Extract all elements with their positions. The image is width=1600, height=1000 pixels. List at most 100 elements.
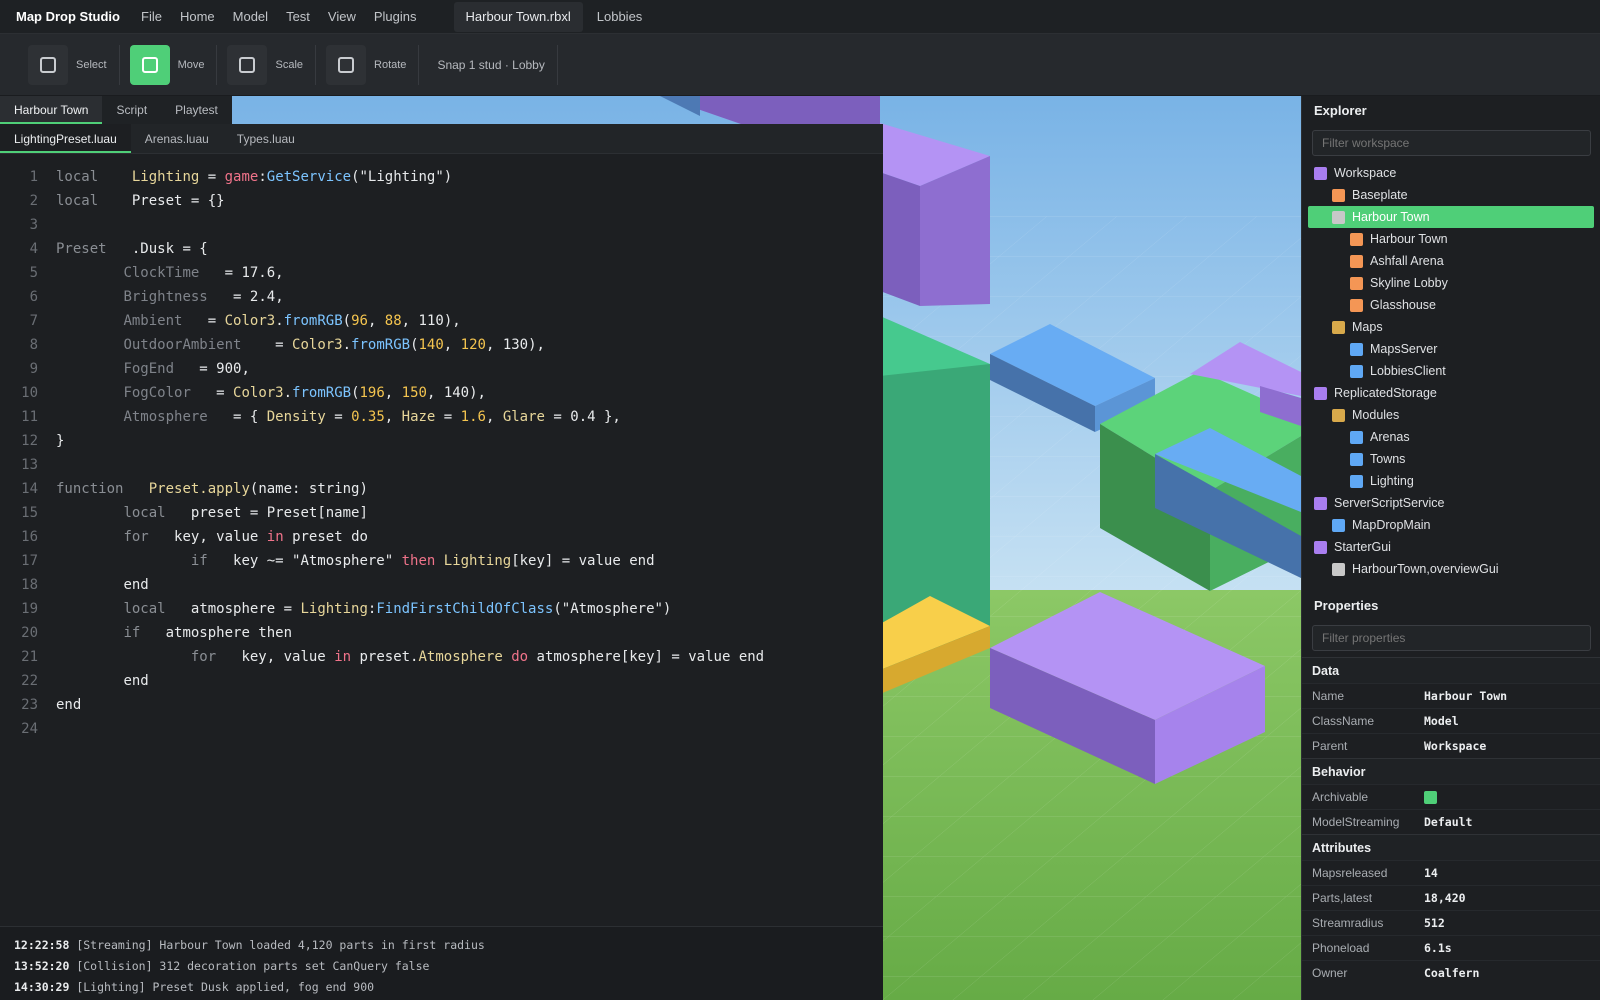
select-button[interactable] bbox=[28, 44, 68, 85]
scale-icon bbox=[239, 56, 256, 73]
code-line: 24 bbox=[21, 721, 38, 737]
property-value[interactable]: 512 bbox=[1424, 916, 1445, 930]
property-value[interactable]: Default bbox=[1424, 815, 1472, 829]
tree-item[interactable]: LobbiesClient bbox=[1302, 360, 1600, 382]
tree-item-label: Skyline Lobby bbox=[1370, 276, 1448, 290]
code-line: 3 bbox=[29, 217, 38, 233]
view-tab-harbour-town[interactable]: Harbour Town bbox=[0, 96, 103, 124]
property-section-header[interactable]: Attributes bbox=[1302, 834, 1600, 860]
property-row[interactable]: Name Harbour Town bbox=[1302, 683, 1600, 708]
tree-item-label: MapDropMain bbox=[1352, 518, 1431, 532]
properties-filter-input[interactable] bbox=[1312, 625, 1591, 651]
tree-item-label: HarbourTown,overviewGui bbox=[1352, 562, 1499, 576]
property-name: ModelStreaming bbox=[1312, 815, 1400, 829]
property-value[interactable]: Model bbox=[1424, 714, 1459, 728]
tree-item[interactable]: Lighting bbox=[1302, 470, 1600, 492]
tree-item[interactable]: Workspace bbox=[1302, 162, 1600, 184]
menu-file[interactable]: File bbox=[132, 9, 171, 24]
code-line: 17 if key ~= "Atmosphere" then Lighting[… bbox=[21, 553, 655, 569]
code-line: 5 ClockTime = 17.6, bbox=[29, 265, 284, 281]
snap-setting[interactable]: Snap 1 stud · Lobby bbox=[429, 44, 558, 85]
move-button[interactable] bbox=[129, 44, 170, 85]
log-line: 14:30:29 [Lighting] Preset Dusk applied,… bbox=[14, 980, 375, 994]
doc-tab-harbour-town[interactable]: Harbour Town.rbxl bbox=[453, 1, 583, 32]
property-sections: Data Name Harbour Town ClassName Model Parent… bbox=[1302, 657, 1600, 985]
tree-item[interactable]: ReplicatedStorage bbox=[1302, 382, 1600, 404]
property-row[interactable]: Parts,latest 18,420 bbox=[1302, 885, 1600, 910]
property-row[interactable]: ModelStreaming Default bbox=[1302, 809, 1600, 834]
tree-item[interactable]: HarbourTown,overviewGui bbox=[1302, 558, 1600, 580]
tree-item[interactable]: MapDropMain bbox=[1302, 514, 1600, 536]
view-tab-playtest[interactable]: Playtest bbox=[161, 96, 232, 124]
tree-item[interactable]: Arenas bbox=[1302, 426, 1600, 448]
archivable-checkbox[interactable] bbox=[1424, 790, 1437, 804]
code-line: 16 for key, value in preset do bbox=[21, 529, 368, 545]
property-value[interactable]: Coalfern bbox=[1424, 966, 1479, 980]
tree-item-label: Harbour Town bbox=[1352, 210, 1430, 224]
tree-item[interactable]: Harbour Town bbox=[1308, 206, 1594, 228]
tool-scale[interactable]: Scale bbox=[227, 44, 317, 85]
file-tab-lighting-preset[interactable]: LightingPreset.luau bbox=[0, 124, 131, 153]
code-line: 6 Brightness = 2.4, bbox=[29, 289, 284, 305]
tree-item[interactable]: Maps bbox=[1302, 316, 1600, 338]
tree-item[interactable]: Baseplate bbox=[1302, 184, 1600, 206]
property-row[interactable]: Mapsreleased 14 bbox=[1302, 860, 1600, 885]
view-tabs: Harbour Town Script Playtest bbox=[0, 96, 232, 124]
tree-item[interactable]: Skyline Lobby bbox=[1302, 272, 1600, 294]
property-value[interactable]: Harbour Town bbox=[1424, 689, 1507, 703]
tree-item[interactable]: ServerScriptService bbox=[1302, 492, 1600, 514]
property-row[interactable]: ClassName Model bbox=[1302, 708, 1600, 733]
properties-panel: Properties Data Name Harbour Town ClassName… bbox=[1302, 591, 1600, 985]
tool-move[interactable]: Move bbox=[129, 44, 218, 85]
code-line: 4 Preset .Dusk = { bbox=[29, 241, 208, 257]
file-tab-types[interactable]: Types.luau bbox=[223, 124, 309, 153]
document-tabs: Harbour Town.rbxl Lobbies bbox=[453, 0, 657, 34]
explorer-tree: Workspace Baseplate Harbour Town Harbour To… bbox=[1302, 162, 1600, 580]
tool-rotate[interactable]: Rotate bbox=[326, 44, 420, 85]
property-value[interactable]: Workspace bbox=[1424, 739, 1486, 753]
tool-label: Select bbox=[76, 58, 107, 71]
property-row[interactable]: Phoneload 6.1s bbox=[1302, 935, 1600, 960]
rotate-button[interactable] bbox=[326, 44, 367, 85]
tool-select[interactable]: Select bbox=[28, 44, 120, 85]
file-tab-arenas[interactable]: Arenas.luau bbox=[131, 124, 223, 153]
tree-item[interactable]: Towns bbox=[1302, 448, 1600, 470]
property-name: Mapsreleased bbox=[1312, 866, 1388, 880]
tree-item-label: LobbiesClient bbox=[1370, 364, 1446, 378]
tree-item[interactable]: StarterGui bbox=[1302, 536, 1600, 558]
instance-icon bbox=[1350, 452, 1363, 466]
menu-view[interactable]: View bbox=[319, 9, 365, 24]
code-area[interactable]: 1 local Lighting = game: GetService ("Light… bbox=[0, 154, 883, 741]
explorer-filter-input[interactable] bbox=[1312, 130, 1591, 156]
tree-item-label: Lighting bbox=[1370, 474, 1414, 488]
tree-item[interactable]: MapsServer bbox=[1302, 338, 1600, 360]
property-value[interactable]: 6.1s bbox=[1424, 941, 1452, 955]
menu-test[interactable]: Test bbox=[277, 9, 319, 24]
instance-icon bbox=[1350, 276, 1363, 290]
property-row[interactable]: Parent Workspace bbox=[1302, 733, 1600, 758]
menu-plugins[interactable]: Plugins bbox=[365, 9, 426, 24]
scale-button[interactable] bbox=[227, 44, 268, 85]
tree-item[interactable]: Harbour Town bbox=[1302, 228, 1600, 250]
property-value[interactable]: 18,420 bbox=[1424, 891, 1466, 905]
menu-home[interactable]: Home bbox=[171, 9, 224, 24]
property-section-header[interactable]: Data bbox=[1302, 657, 1600, 683]
tree-item[interactable]: Modules bbox=[1302, 404, 1600, 426]
property-value[interactable]: 14 bbox=[1424, 866, 1438, 880]
code-line: 15 local preset = Preset[name] bbox=[21, 505, 368, 521]
property-name: ClassName bbox=[1312, 714, 1375, 728]
property-row[interactable]: Owner Coalfern bbox=[1302, 960, 1600, 985]
property-name: Parts,latest bbox=[1312, 891, 1373, 905]
tree-item[interactable]: Glasshouse bbox=[1302, 294, 1600, 316]
tree-item[interactable]: Ashfall Arena bbox=[1302, 250, 1600, 272]
menu-model[interactable]: Model bbox=[224, 9, 277, 24]
tool-label: Scale bbox=[275, 58, 304, 71]
property-row[interactable]: Streamradius 512 bbox=[1302, 910, 1600, 935]
explorer-title: Explorer bbox=[1314, 103, 1367, 118]
property-row[interactable]: Archivable bbox=[1302, 784, 1600, 809]
doc-tab-lobbies[interactable]: Lobbies bbox=[585, 2, 655, 32]
view-tab-script[interactable]: Script bbox=[102, 96, 161, 124]
property-name: Owner bbox=[1312, 966, 1348, 980]
property-section-header[interactable]: Behavior bbox=[1302, 758, 1600, 784]
tree-item-label: StarterGui bbox=[1334, 540, 1391, 554]
